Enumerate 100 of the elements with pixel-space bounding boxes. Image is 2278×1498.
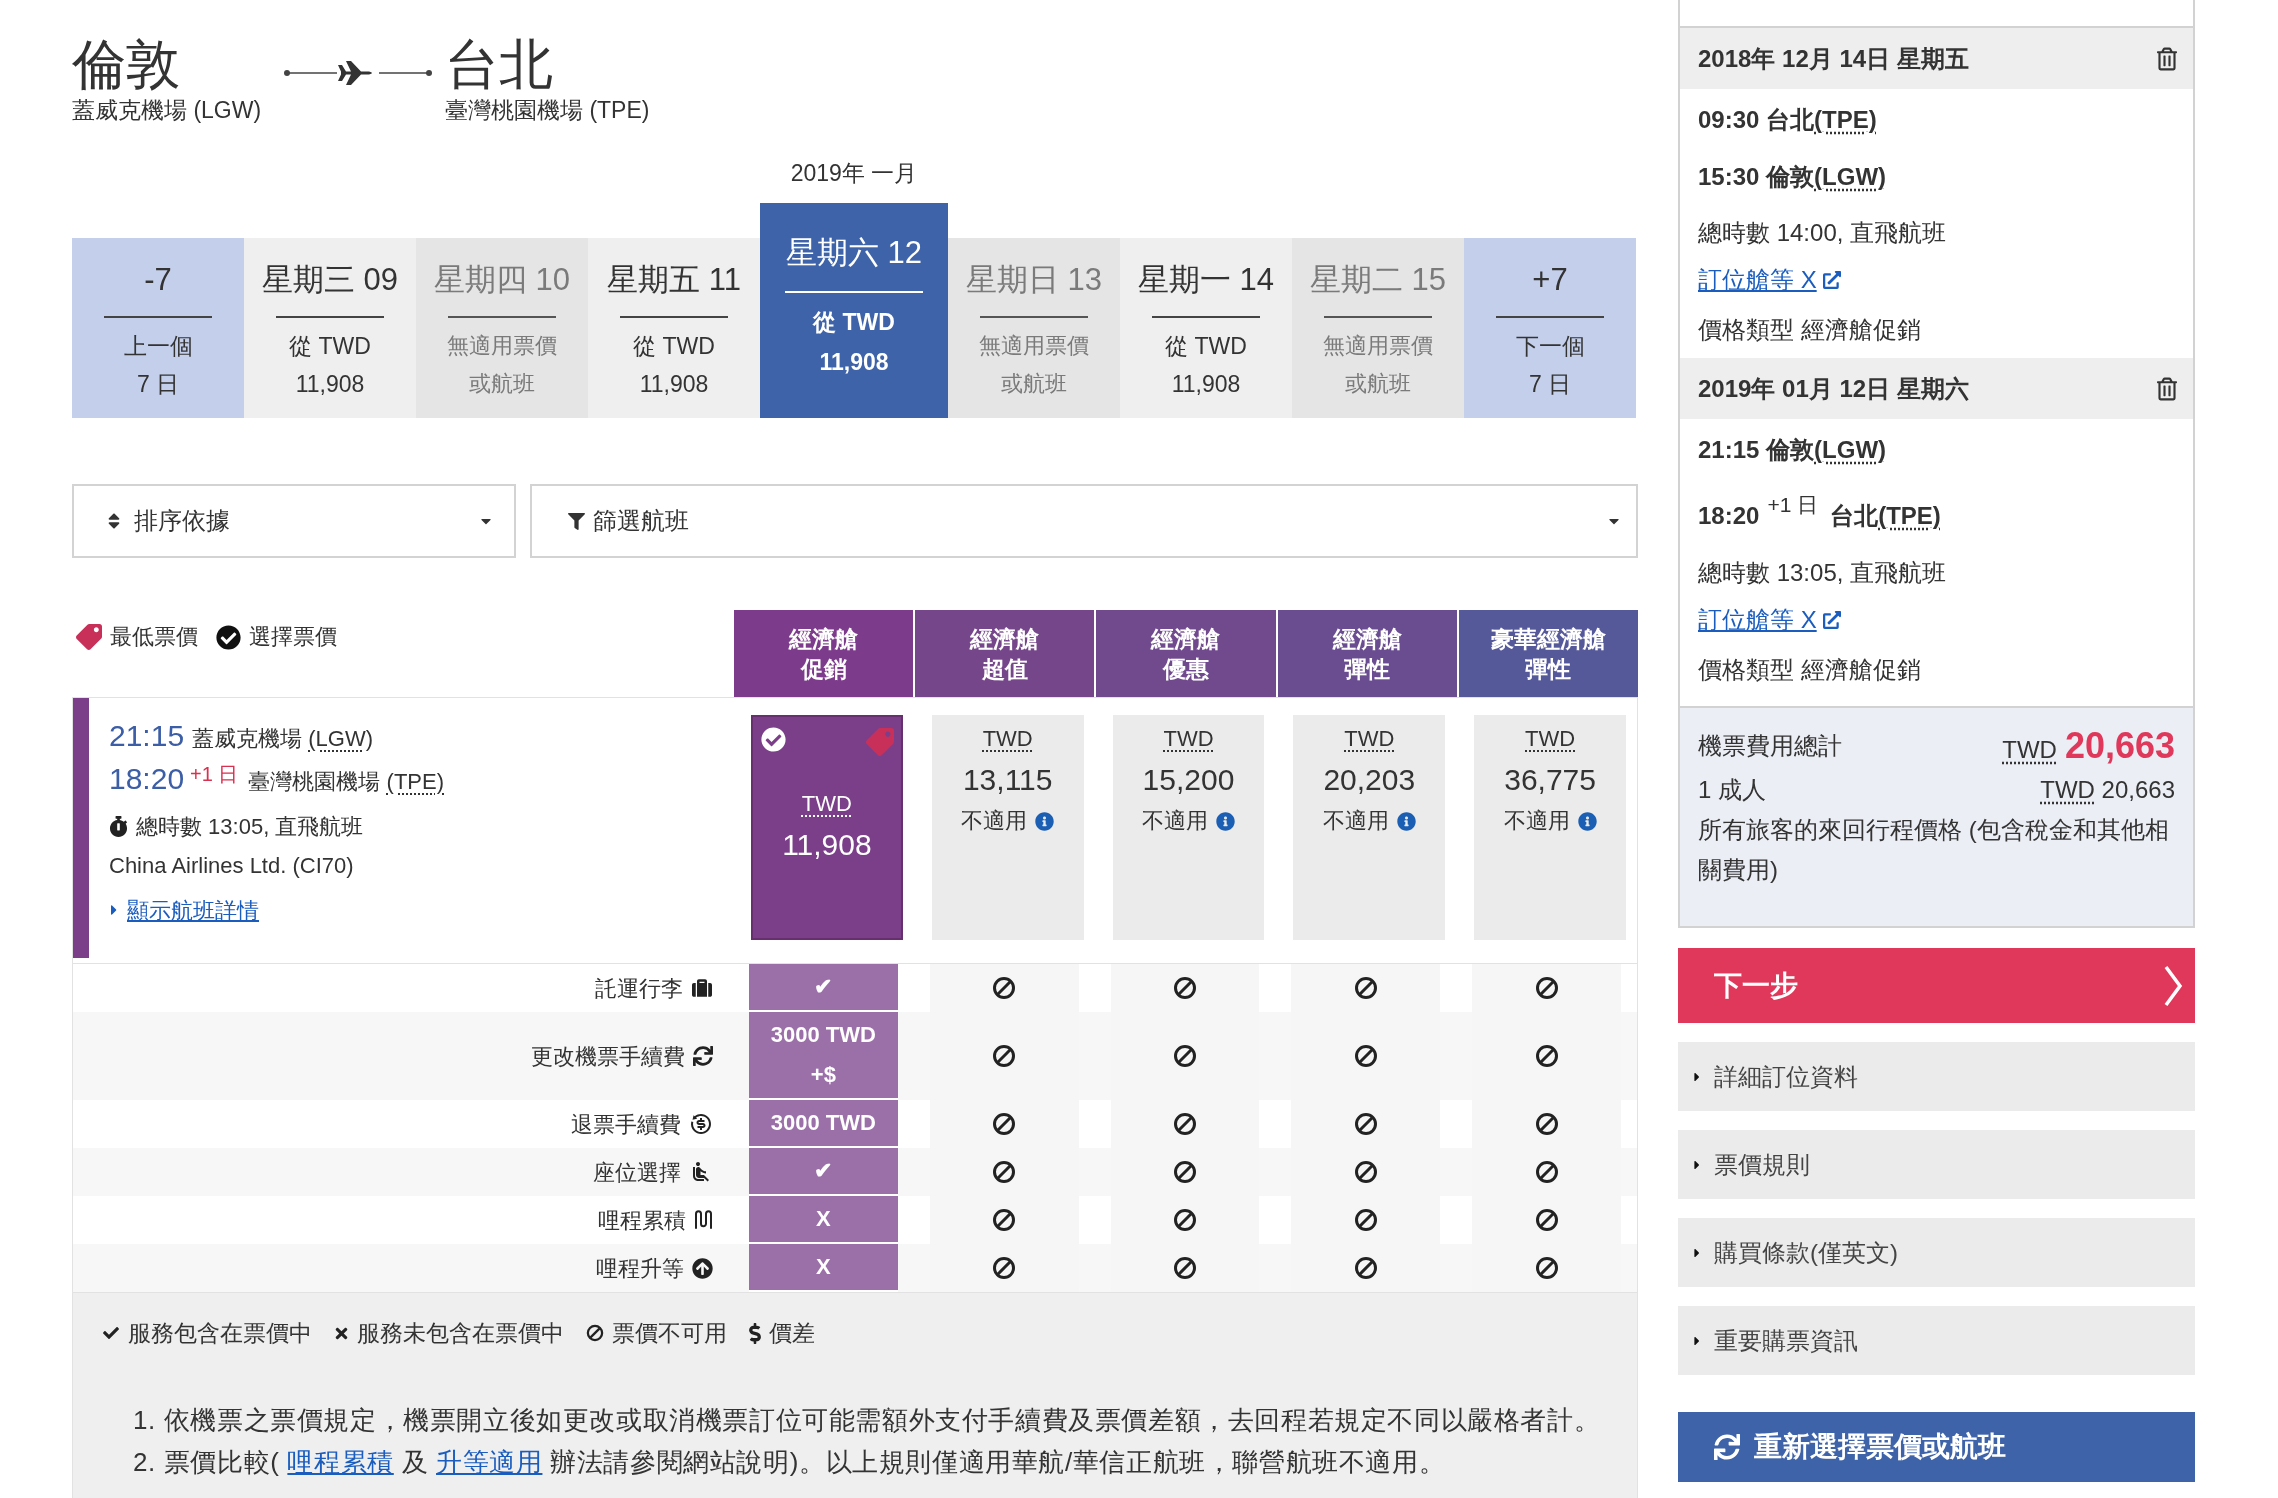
legend-label: 選擇票價	[249, 623, 337, 651]
feature-label: 更改機票手續費	[531, 1042, 685, 1071]
fare-column-header: 經濟艙 彈性	[1277, 610, 1457, 697]
legend-label: 票價不可用	[612, 1319, 727, 1347]
info-icon	[1396, 811, 1416, 831]
fare-column-header: 經濟艙 促銷	[734, 610, 914, 697]
sort-dropdown[interactable]: 排序依據	[72, 484, 516, 558]
unavailable-icon	[1173, 1256, 1197, 1280]
section-toggle[interactable]: 票價規則	[1678, 1130, 2195, 1199]
origin-airport: 蓋威克機場 (LGW)	[72, 96, 263, 125]
flight-details-link[interactable]: 顯示航班詳情	[127, 893, 259, 927]
trash-icon[interactable]	[2157, 376, 2177, 401]
fare-option[interactable]: TWD 15,200 不適用	[1112, 715, 1265, 940]
info-icon	[1035, 811, 1055, 831]
check-icon	[102, 1325, 120, 1341]
segment-departure: 21:15 倫敦(LGW)	[1698, 435, 1888, 465]
segment-arrival: 18:20 $^{+1 日}$ 台北(TPE)	[1698, 498, 1942, 531]
note-text: 2. 票價比較( 哩程累積 及 升等適用 辦法請參閱網站說明)。以上規則僅適用華航/華信正航班，聯營航班不適用。	[133, 1446, 1446, 1479]
trash-icon[interactable]	[2157, 46, 2177, 71]
departure-airport: 蓋威克機場 (LGW)	[192, 725, 373, 753]
note-text: 1. 依機票之票價規定，機票開立後如更改或取消機票訂位可能需額外支付手續費及票價差額，去回程若規定不同以嚴格者計。	[133, 1404, 1601, 1437]
section-toggle[interactable]: 購買條款(僅英文)	[1678, 1218, 2195, 1287]
arrival-time: 18:20	[109, 761, 185, 797]
passenger-count: 1 成人	[1698, 775, 1766, 805]
feature-value: X	[749, 1244, 898, 1292]
tag-icon	[76, 624, 102, 650]
week-nav-button[interactable]: -7 上一個 7 日	[72, 238, 244, 418]
unavailable-icon	[1353, 1112, 1378, 1136]
dollar-icon	[749, 1322, 761, 1344]
segment-duration: 總時數 14:00, 直飛航班	[1698, 218, 1948, 248]
feature-value: X	[749, 1196, 898, 1244]
fare-option[interactable]: TWD 11,908	[751, 715, 903, 940]
section-toggle[interactable]: 詳細訂位資料	[1678, 1042, 2195, 1111]
total-label: 機票費用總計	[1698, 731, 1842, 761]
inline-link[interactable]: 升等適用	[436, 1447, 543, 1477]
origin-city: 倫敦	[72, 33, 181, 95]
unavailable-icon	[1534, 1208, 1559, 1232]
date-tab[interactable]: 星期一 14 從 TWD 11,908	[1120, 238, 1292, 418]
feature-label: 託運行李	[595, 974, 683, 1003]
feature-value: 3000 TWD +$	[749, 1012, 898, 1100]
unavailable-icon	[1173, 1044, 1197, 1068]
fare-option[interactable]: TWD 36,775 不適用	[1474, 715, 1626, 940]
unavailable-icon	[992, 976, 1017, 1000]
winding-path-icon	[694, 1210, 713, 1230]
feature-label: 退票手續費	[571, 1110, 681, 1139]
arrival-airport: 臺灣桃園機場 (TPE)	[248, 768, 444, 796]
unavailable-icon	[992, 1160, 1017, 1184]
fare-option[interactable]: TWD 20,203 不適用	[1293, 715, 1446, 940]
week-nav-button[interactable]: +7 下一個 7 日	[1464, 238, 1636, 418]
section-toggle[interactable]: 重要購票資訊	[1678, 1306, 2195, 1375]
refresh-icon	[1714, 1434, 1740, 1460]
feature-value: ✔	[749, 964, 898, 1012]
feature-label: 哩程升等	[596, 1254, 684, 1283]
unavailable-icon	[992, 1044, 1017, 1068]
segment-duration: 總時數 13:05, 直飛航班	[1698, 558, 1948, 588]
booking-class-link[interactable]: 訂位艙等 X	[1698, 602, 1841, 638]
unavailable-icon	[1353, 976, 1378, 1000]
inline-link[interactable]: 哩程累積	[287, 1447, 394, 1477]
unavailable-icon	[992, 1208, 1017, 1232]
segment-date: 2018年 12月 14日 星期五	[1698, 43, 1969, 74]
fare-type: 價格類型 經濟艙促銷	[1698, 315, 1922, 345]
fare-column-header: 經濟艙 優惠	[1096, 610, 1276, 697]
unavailable-icon	[1353, 1044, 1378, 1068]
refresh-icon	[693, 1046, 713, 1066]
destination-airport: 臺灣桃園機場 (TPE)	[445, 96, 650, 125]
feature-value: 3000 TWD	[749, 1100, 898, 1148]
external-link-icon	[1822, 271, 1841, 289]
price-note: 所有旅客的來回行程價格 (包含稅金和其他相關費用)	[1698, 815, 2170, 885]
filter-icon	[568, 512, 585, 530]
unavailable-icon	[1173, 1208, 1197, 1232]
passenger-price: TWD 20,663	[2040, 775, 2175, 805]
unavailable-icon	[1353, 1160, 1378, 1184]
date-tab[interactable]: 星期三 09 從 TWD 11,908	[244, 238, 416, 418]
unavailable-icon	[1534, 976, 1559, 1000]
segment-arrival: 15:30 倫敦(LGW)	[1698, 162, 1888, 192]
reselect-button[interactable]: 重新選擇票價或航班	[1678, 1412, 2195, 1482]
legend-label: 最低票價	[110, 623, 198, 651]
unavailable-icon	[1173, 1112, 1197, 1136]
legend-label: 服務包含在票價中	[128, 1319, 312, 1347]
unavailable-icon	[1173, 1160, 1197, 1184]
filter-dropdown[interactable]: 篩選航班	[530, 484, 1638, 558]
feature-label: 座位選擇	[593, 1158, 681, 1187]
destination-city: 台北	[445, 33, 554, 95]
suitcase-icon	[691, 978, 713, 998]
legend-label: 服務未包含在票價中	[357, 1319, 564, 1347]
unavailable-icon	[992, 1112, 1017, 1136]
fare-column-header: 經濟艙 超值	[915, 610, 1095, 697]
booking-class-link[interactable]: 訂位艙等 X	[1698, 262, 1841, 298]
unavailable-icon	[1353, 1256, 1378, 1280]
date-tab[interactable]: 星期六 12 從 TWD 11,908	[760, 203, 948, 418]
fare-option[interactable]: TWD 13,115 不適用	[931, 715, 1084, 940]
next-step-button[interactable]: 下一步	[1678, 948, 2195, 1023]
total-price: TWD 20,663	[2002, 724, 2175, 768]
unavailable-icon	[1173, 976, 1197, 1000]
external-link-icon	[1822, 611, 1841, 629]
month-label: 2019年 一月	[790, 159, 918, 188]
date-tab[interactable]: 星期五 11 從 TWD 11,908	[588, 238, 760, 418]
caret-right-icon	[109, 902, 119, 918]
unavailable-icon	[1534, 1044, 1559, 1068]
plane-route-icon	[283, 60, 433, 86]
